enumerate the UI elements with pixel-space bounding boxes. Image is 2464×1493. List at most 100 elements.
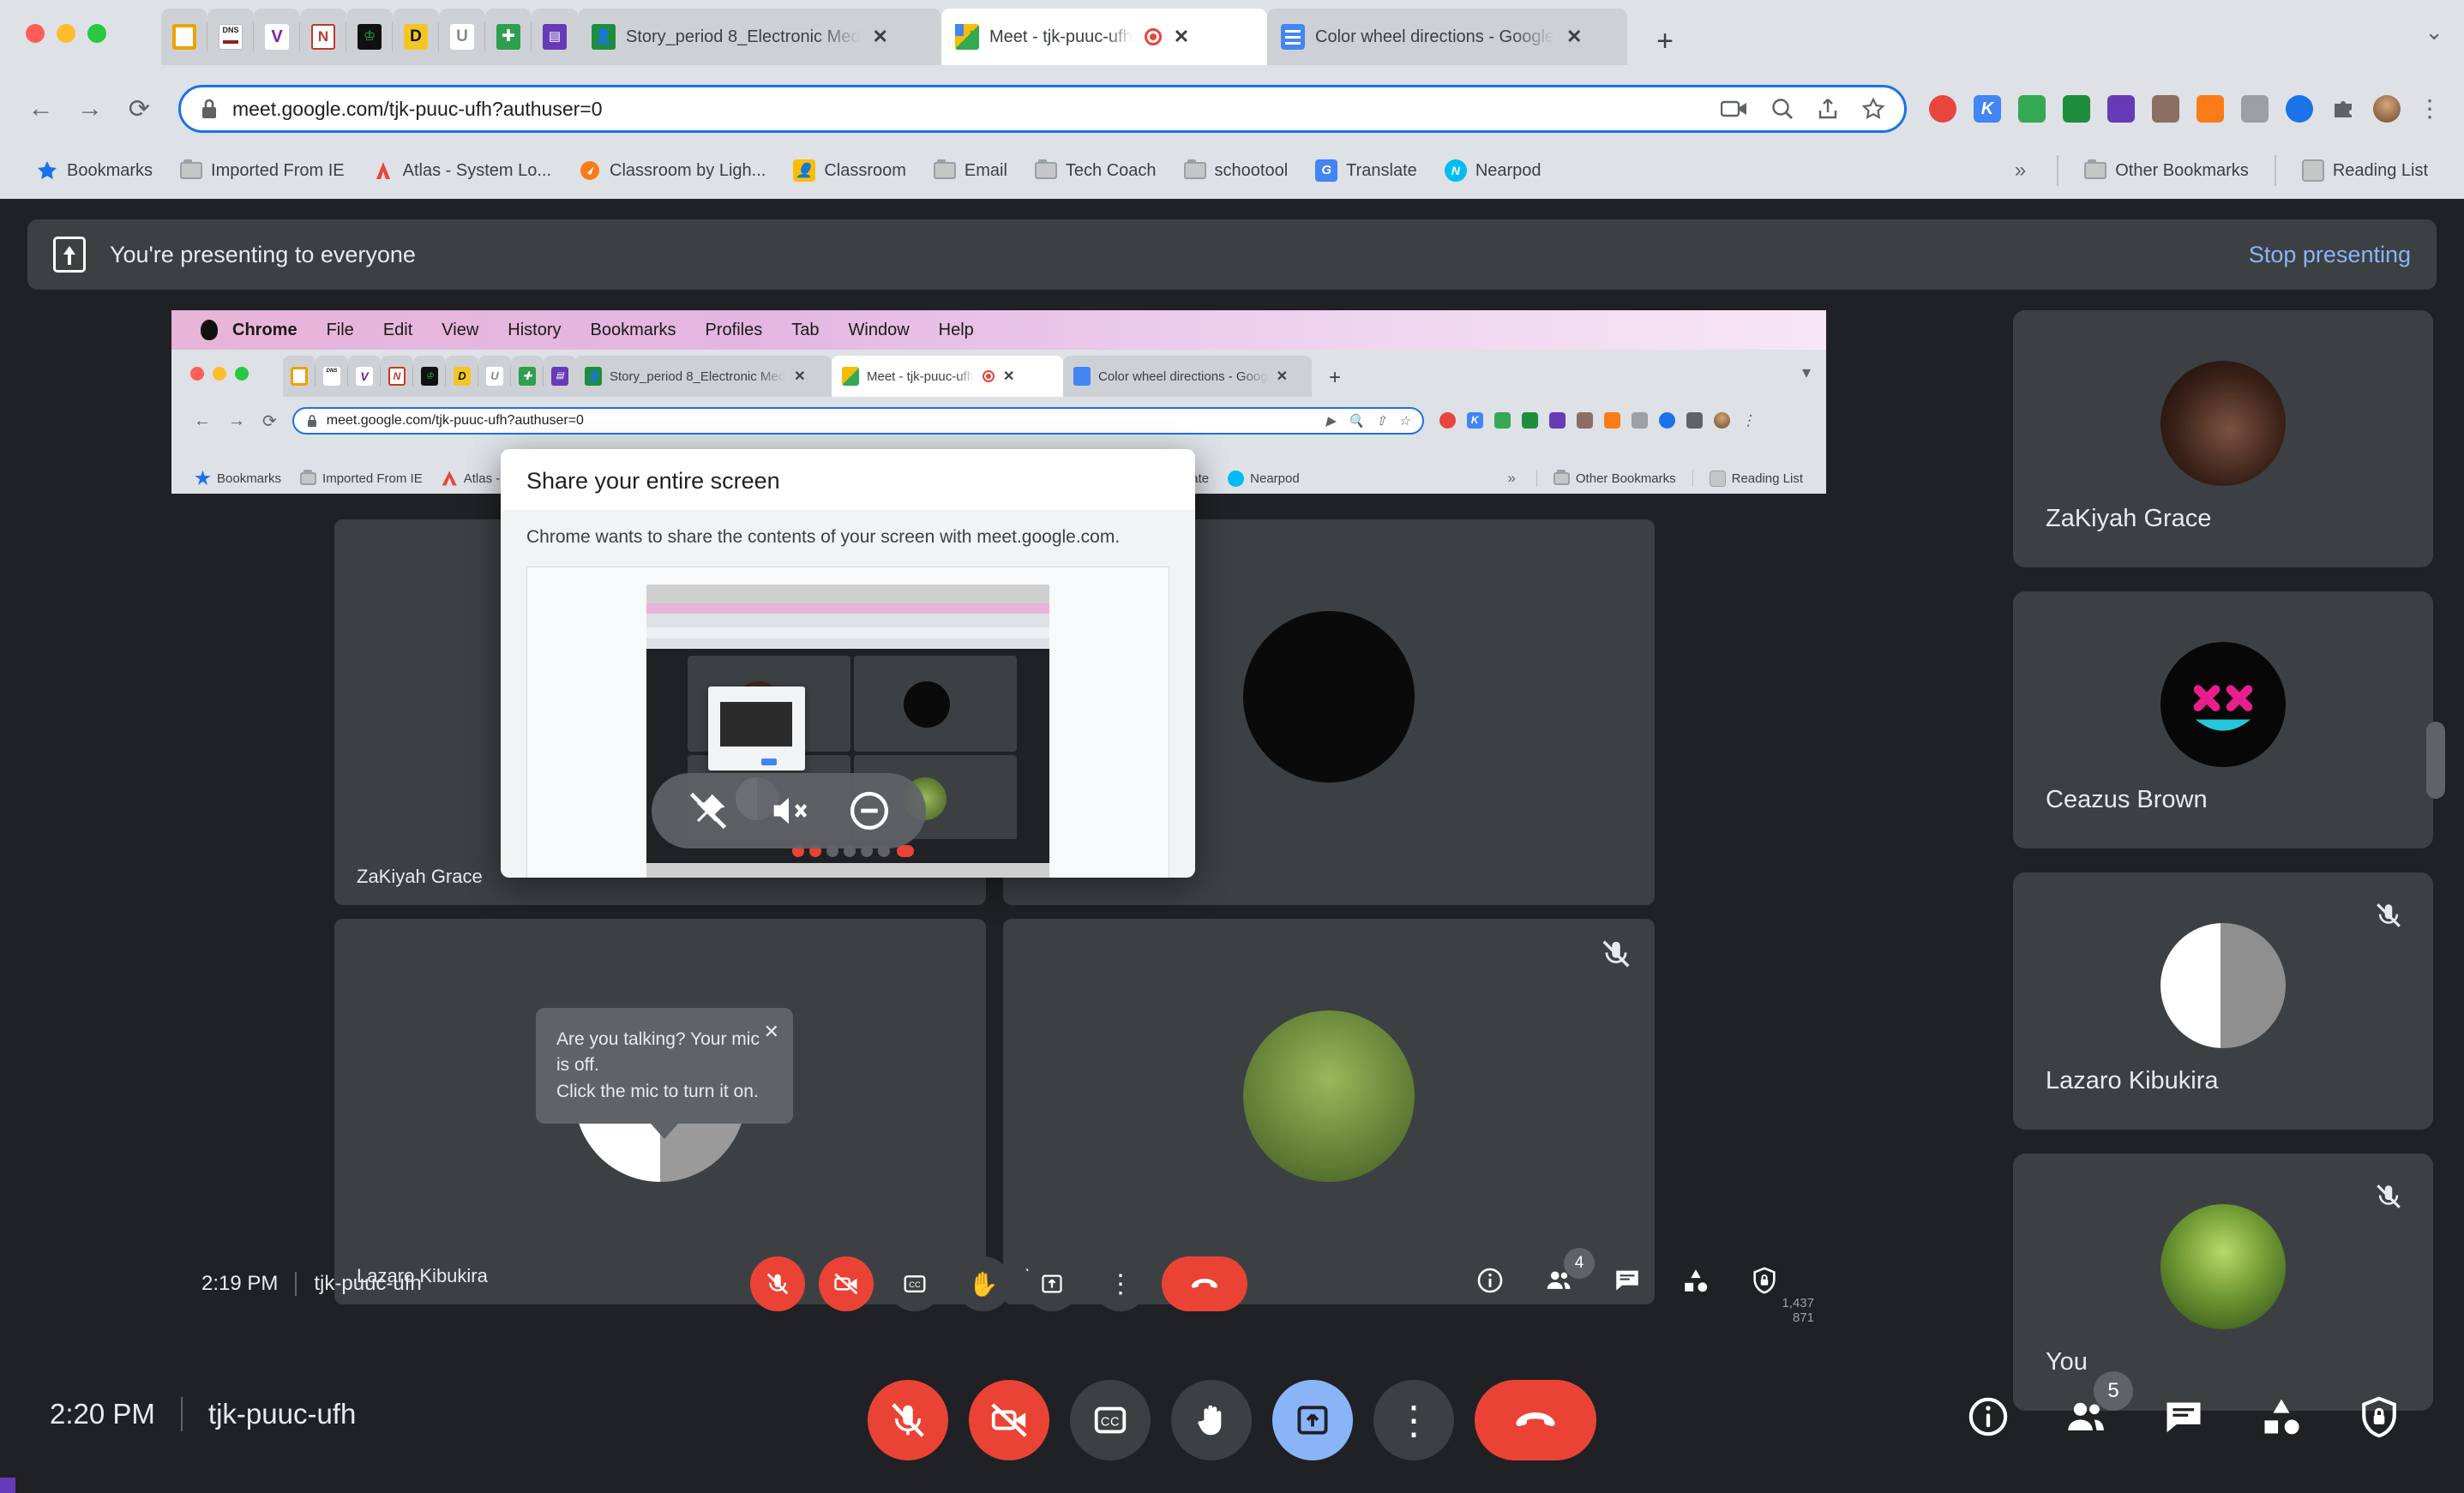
puzzle-icon[interactable]: [1686, 412, 1703, 429]
menu-chrome[interactable]: Chrome: [218, 321, 312, 340]
tab-story-period-8[interactable]: 👤 Story_period 8_Electronic Med ✕: [578, 9, 941, 65]
video-camera-icon[interactable]: ▶: [1326, 413, 1337, 429]
shared-bookmark-bookmarks[interactable]: Bookmarks: [185, 470, 291, 487]
chat-button[interactable]: [2159, 1392, 2209, 1442]
close-icon[interactable]: ✕: [1566, 27, 1582, 46]
shared-participants-button[interactable]: 4: [1540, 1248, 1595, 1299]
address-bar[interactable]: meet.google.com/tjk-puuc-ufh?authuser=0: [177, 85, 1907, 133]
shared-pinned-tab-cross[interactable]: ✚: [510, 356, 544, 397]
extension-purple-icon[interactable]: [2106, 95, 2135, 123]
kebab-menu-icon[interactable]: ⋮: [1741, 412, 1756, 429]
activities-button[interactable]: [2257, 1392, 2306, 1442]
pinned-tab-v[interactable]: V: [253, 9, 300, 65]
extension-blue-icon[interactable]: [1658, 412, 1675, 429]
extension-triangle-icon[interactable]: [2062, 95, 2090, 123]
video-camera-icon[interactable]: [1720, 99, 1748, 119]
close-icon[interactable]: ✕: [1174, 27, 1189, 46]
bookmark-atlas[interactable]: Atlas - System Lo...: [358, 159, 565, 182]
pinned-tab-grid[interactable]: ▤: [531, 9, 578, 65]
volume-off-icon[interactable]: [766, 788, 811, 833]
shared-close-window-button[interactable]: [190, 367, 204, 381]
star-icon[interactable]: [1861, 97, 1885, 121]
shared-raise-hand-button[interactable]: ✋: [956, 1256, 1011, 1311]
shared-bookmark-other[interactable]: Other Bookmarks: [1544, 469, 1686, 486]
extension-red-icon[interactable]: [1928, 95, 1956, 123]
pinned-tab-dns[interactable]: DNS: [207, 9, 254, 65]
pinned-tab-u[interactable]: U: [438, 9, 485, 65]
share-icon[interactable]: ⇧: [1376, 413, 1387, 429]
extension-green-icon[interactable]: [2017, 95, 2046, 123]
menu-history[interactable]: History: [493, 321, 575, 340]
shared-bookmarks-overflow-button[interactable]: »: [1493, 470, 1529, 487]
present-now-button[interactable]: [1272, 1380, 1353, 1460]
extension-grey-icon[interactable]: [2240, 95, 2269, 123]
bookmark-classroom-by-light[interactable]: Classroom by Ligh...: [565, 159, 779, 182]
extension-basket-icon[interactable]: [2151, 95, 2179, 123]
pin-off-icon[interactable]: [686, 788, 730, 833]
extension-basket-icon[interactable]: [1576, 412, 1593, 429]
shared-tab-story[interactable]: 👤 Story_period 8_Electronic Med ✕: [574, 356, 832, 397]
shared-more-options-button[interactable]: ⋮: [1093, 1256, 1148, 1311]
tab-meet[interactable]: Meet - tjk-puuc-ufh ✕: [941, 9, 1267, 65]
bookmark-reading-list[interactable]: Reading List: [2288, 159, 2442, 182]
share-icon[interactable]: [1817, 97, 1839, 121]
minus-circle-icon[interactable]: [847, 788, 892, 833]
bookmark-email[interactable]: Email: [920, 159, 1021, 181]
microphone-off-button[interactable]: [868, 1380, 948, 1460]
extension-grey-icon[interactable]: [1631, 412, 1648, 429]
shared-host-controls-button[interactable]: [1746, 1262, 1783, 1299]
menu-file[interactable]: File: [312, 321, 369, 340]
menu-help[interactable]: Help: [924, 321, 989, 340]
participants-button[interactable]: 5: [2061, 1371, 2133, 1442]
menu-profiles[interactable]: Profiles: [691, 321, 778, 340]
raise-hand-button[interactable]: [1171, 1380, 1252, 1460]
shared-meeting-details-button[interactable]: [1471, 1262, 1509, 1299]
extension-purple-icon[interactable]: [1548, 412, 1566, 429]
apple-logo-icon[interactable]: [201, 320, 218, 340]
back-button[interactable]: ←: [22, 89, 59, 129]
shared-pinned-tab-v[interactable]: V: [347, 356, 381, 397]
shared-bookmark-imported[interactable]: Imported From IE: [291, 469, 432, 486]
shared-pinned-tab-d[interactable]: D: [445, 356, 478, 397]
avatar-icon[interactable]: [2372, 95, 2401, 123]
recording-indicator-icon[interactable]: [983, 370, 995, 382]
shared-tab-search-chevron-down-icon[interactable]: ▾: [1802, 362, 1811, 383]
maximize-window-button[interactable]: [87, 24, 106, 43]
window-traffic-lights[interactable]: [26, 24, 106, 43]
captions-button[interactable]: CC: [1070, 1380, 1151, 1460]
bookmark-bookmarks[interactable]: Bookmarks: [22, 159, 166, 182]
puzzle-icon[interactable]: [2330, 96, 2356, 122]
bookmark-other-bookmarks[interactable]: Other Bookmarks: [2070, 159, 2263, 181]
shared-tab-meet[interactable]: Meet - tjk-puuc-ufh ✕: [832, 356, 1063, 397]
menu-window[interactable]: Window: [834, 321, 924, 340]
bookmark-classroom[interactable]: 👤 Classroom: [779, 159, 920, 182]
shared-pinned-tab-crown[interactable]: ♔: [412, 356, 446, 397]
menu-bookmarks[interactable]: Bookmarks: [576, 321, 691, 340]
menu-view[interactable]: View: [427, 321, 493, 340]
participant-tile-lazaro[interactable]: Lazaro Kibukira: [2013, 872, 2433, 1130]
shared-back-button[interactable]: ←: [185, 411, 219, 431]
extension-blue-icon[interactable]: [2285, 95, 2313, 123]
shared-camera-off-button[interactable]: [819, 1256, 874, 1311]
close-window-button[interactable]: [26, 24, 45, 43]
shared-address-bar[interactable]: meet.google.com/tjk-puuc-ufh?authuser=0 …: [291, 407, 1424, 435]
shared-captions-button[interactable]: CC: [887, 1256, 942, 1311]
close-icon[interactable]: ✕: [794, 368, 805, 385]
zoom-icon[interactable]: 🔍: [1348, 413, 1364, 429]
forward-button[interactable]: →: [71, 89, 108, 129]
minimize-window-button[interactable]: [57, 24, 75, 43]
pinned-tab-n[interactable]: N: [299, 9, 346, 65]
recording-indicator-icon[interactable]: [1144, 28, 1162, 45]
participant-tile-zakiyah[interactable]: ZaKiyah Grace: [2013, 310, 2433, 567]
shared-activities-button[interactable]: [1677, 1262, 1715, 1299]
menu-edit[interactable]: Edit: [369, 321, 427, 340]
more-options-button[interactable]: ⋮: [1373, 1380, 1454, 1460]
kebab-menu-icon[interactable]: ⋮: [2418, 97, 2442, 121]
participant-tile-ceazus[interactable]: Ceazus Brown: [2013, 591, 2433, 848]
leave-call-button[interactable]: [1475, 1380, 1596, 1460]
shared-forward-button[interactable]: →: [219, 411, 254, 431]
shared-reload-button[interactable]: ⟳: [254, 411, 285, 432]
extension-red-icon[interactable]: [1439, 412, 1456, 429]
shared-pinned-tab-grid[interactable]: ▤: [543, 356, 576, 397]
close-icon[interactable]: ✕: [764, 1018, 779, 1046]
